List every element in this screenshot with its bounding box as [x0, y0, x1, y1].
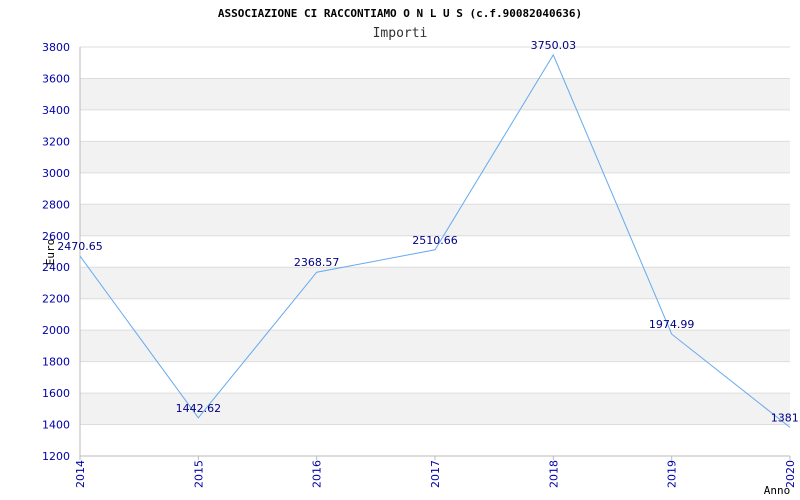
- chart-subtitle: Importi: [373, 26, 428, 41]
- y-tick-label: 3200: [42, 135, 70, 148]
- data-label: 1974.99: [649, 318, 695, 331]
- chart-title: ASSOCIAZIONE CI RACCONTIAMO O N L U S (c…: [218, 7, 582, 20]
- line-chart: ASSOCIAZIONE CI RACCONTIAMO O N L U S (c…: [42, 7, 800, 497]
- y-tick-label: 3400: [42, 104, 70, 117]
- x-tick-label: 2019: [666, 460, 679, 488]
- y-tick-label: 3800: [42, 41, 70, 54]
- grid-band: [80, 204, 790, 236]
- grid-bands: [80, 78, 790, 425]
- y-tick-label: 1400: [42, 419, 70, 432]
- grid-band: [80, 267, 790, 299]
- data-label: 2470.65: [57, 240, 103, 253]
- x-tick-label: 2015: [192, 460, 205, 488]
- y-tick-label: 2800: [42, 198, 70, 211]
- data-label: 2510.66: [412, 234, 458, 247]
- x-axis-ticks: 2014 2015 2016 2017 2018 2019 2020: [74, 456, 797, 488]
- data-label: 1442.62: [176, 402, 222, 415]
- y-tick-label: 2200: [42, 293, 70, 306]
- grid-band: [80, 330, 790, 362]
- grid-band: [80, 78, 790, 110]
- x-tick-label: 2018: [547, 460, 560, 488]
- y-axis-label: Euro: [44, 239, 57, 266]
- x-tick-label: 2017: [429, 460, 442, 488]
- x-axis-label: Anno: [764, 484, 791, 497]
- x-tick-label: 2016: [311, 460, 324, 488]
- x-tick-label: 2014: [74, 460, 87, 488]
- y-tick-label: 3000: [42, 167, 70, 180]
- y-tick-label: 1600: [42, 387, 70, 400]
- data-label: 1381.8: [771, 411, 800, 424]
- data-label: 3750.03: [531, 39, 577, 52]
- y-tick-label: 3600: [42, 72, 70, 85]
- data-label: 2368.57: [294, 256, 340, 269]
- y-tick-label: 2000: [42, 324, 70, 337]
- y-tick-label: 1200: [42, 450, 70, 463]
- y-tick-label: 1800: [42, 356, 70, 369]
- grid-band: [80, 141, 790, 173]
